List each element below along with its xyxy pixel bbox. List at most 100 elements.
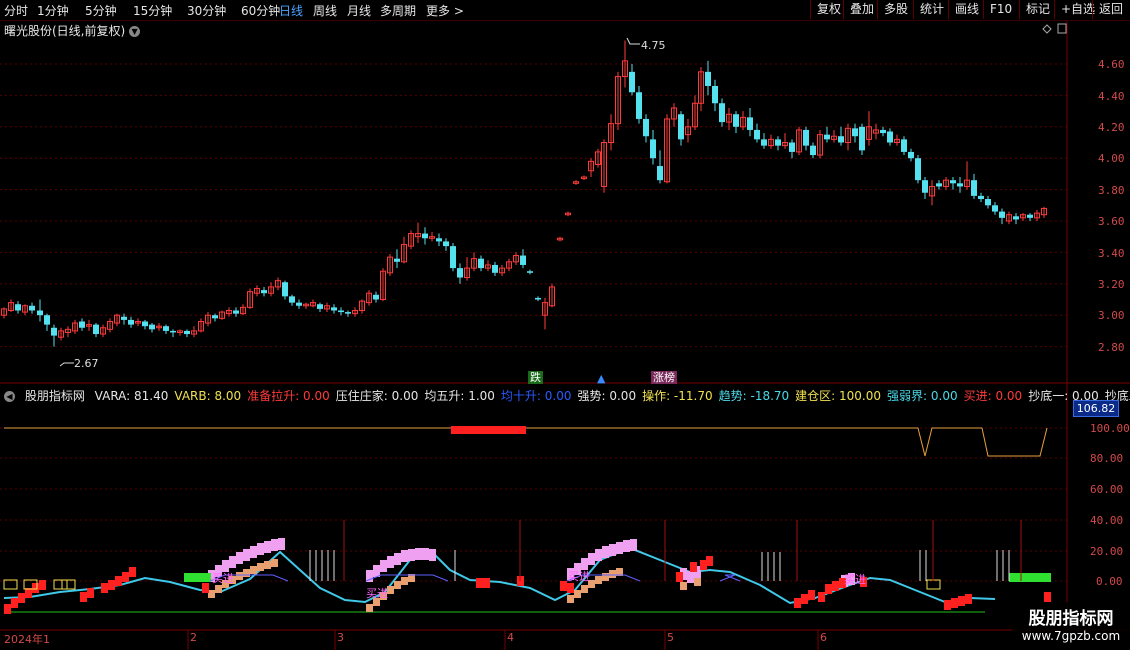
candle-body bbox=[992, 205, 998, 212]
tan-block bbox=[581, 585, 588, 593]
candle-body bbox=[733, 114, 739, 127]
pink-block bbox=[380, 560, 387, 572]
toggle-box-icon[interactable] bbox=[1057, 23, 1067, 34]
candle-body bbox=[657, 166, 663, 181]
price-tick: 3.60 bbox=[1098, 215, 1125, 228]
indicator-tick: 60.00 bbox=[1090, 483, 1124, 496]
tan-block bbox=[595, 576, 602, 584]
red-block bbox=[951, 598, 958, 608]
tan-block bbox=[243, 569, 250, 577]
red-block bbox=[944, 600, 951, 610]
price-tick: 4.20 bbox=[1098, 121, 1125, 134]
kline-chart[interactable] bbox=[0, 0, 1130, 650]
signal-bar bbox=[451, 426, 526, 434]
tan-block bbox=[215, 585, 222, 593]
red-block bbox=[4, 604, 11, 614]
low-marker bbox=[59, 362, 74, 367]
pink-block bbox=[222, 560, 229, 572]
candle-body bbox=[282, 282, 288, 297]
price-tick: 4.40 bbox=[1098, 90, 1125, 103]
candle-body bbox=[1027, 214, 1033, 218]
indicator-value: 强弱界: 0.00 bbox=[887, 389, 958, 403]
indicator-tick: 80.00 bbox=[1090, 452, 1124, 465]
candle-body bbox=[436, 238, 442, 242]
candle-body bbox=[936, 183, 942, 187]
green-block bbox=[1009, 573, 1051, 582]
pink-block bbox=[278, 538, 285, 550]
red-block bbox=[794, 598, 801, 608]
chevron-down-icon[interactable]: ▼ bbox=[129, 26, 141, 37]
pink-block bbox=[588, 553, 595, 565]
buy-signal-label: 买进 bbox=[366, 587, 388, 600]
red-block bbox=[39, 580, 46, 590]
candle-body bbox=[338, 310, 344, 313]
candle-body bbox=[978, 195, 984, 200]
candle-body bbox=[838, 136, 844, 143]
tan-block bbox=[250, 566, 257, 574]
candle-body bbox=[678, 114, 684, 140]
candle-body bbox=[852, 128, 858, 137]
tan-block bbox=[567, 595, 574, 603]
pink-block bbox=[415, 548, 422, 560]
pink-block bbox=[581, 558, 588, 570]
red-block bbox=[825, 584, 832, 594]
indicator-value: 买进: 0.00 bbox=[963, 389, 1023, 403]
red-block bbox=[87, 588, 94, 598]
candle-body bbox=[93, 324, 99, 335]
pink-block bbox=[616, 542, 623, 554]
candle-body bbox=[51, 327, 57, 336]
candle-body bbox=[535, 297, 541, 300]
candle-body bbox=[37, 310, 43, 316]
candle-body bbox=[128, 319, 134, 325]
diamond-icon[interactable] bbox=[1042, 24, 1052, 34]
candle-body bbox=[422, 233, 428, 239]
candle-body bbox=[520, 255, 526, 265]
candle-body bbox=[478, 258, 484, 269]
candle-body bbox=[971, 180, 977, 196]
price-tick: 3.00 bbox=[1098, 309, 1125, 322]
candle-body bbox=[719, 103, 725, 123]
red-block bbox=[832, 581, 839, 591]
candle-body bbox=[747, 117, 753, 130]
tan-block bbox=[366, 604, 373, 612]
price-tick: 2.80 bbox=[1098, 341, 1125, 354]
candle-body bbox=[15, 304, 21, 311]
tan-block bbox=[236, 572, 243, 580]
red-block bbox=[801, 594, 808, 604]
pink-block bbox=[229, 556, 236, 568]
indicator-value: 均五升: 1.00 bbox=[424, 389, 495, 403]
candle-body bbox=[170, 330, 176, 333]
candle-body bbox=[999, 211, 1005, 218]
candle-body bbox=[289, 296, 295, 303]
pink-block bbox=[257, 543, 264, 555]
candle-body bbox=[824, 134, 830, 140]
red-block bbox=[700, 560, 707, 570]
candle-body bbox=[121, 316, 127, 320]
watermark-url: www.7gpzb.com bbox=[1021, 629, 1121, 643]
stock-title[interactable]: 曙光股份(日线,前复权) ▼ bbox=[4, 22, 141, 39]
pink-block bbox=[394, 553, 401, 565]
candle-body bbox=[705, 71, 711, 86]
red-block bbox=[965, 594, 972, 604]
candlesticks bbox=[1, 40, 1047, 347]
red-block bbox=[129, 567, 136, 577]
indicator-value: VARB: 8.00 bbox=[174, 389, 242, 403]
candle-body bbox=[450, 246, 456, 269]
date-label: 3 bbox=[337, 631, 344, 644]
candle-body bbox=[761, 139, 767, 146]
candle-body bbox=[142, 321, 148, 327]
red-block bbox=[202, 583, 209, 593]
red-block bbox=[690, 562, 697, 572]
date-label: 6 bbox=[820, 631, 827, 644]
collapse-icon[interactable]: ◀ bbox=[4, 391, 15, 402]
candle-body bbox=[79, 321, 85, 328]
indicator-name[interactable]: 股朋指标网 bbox=[25, 389, 85, 403]
indicator-value: VARA: 81.40 bbox=[94, 389, 169, 403]
indicator-value: 趋势: -18.70 bbox=[718, 389, 790, 403]
red-block bbox=[676, 572, 683, 582]
green-block bbox=[184, 573, 211, 582]
tan-block bbox=[680, 582, 687, 590]
buy-signal-label: 买进 bbox=[568, 570, 590, 583]
date-label: 5 bbox=[667, 631, 674, 644]
watermark: 股朋指标网 www.7gpzb.com bbox=[1012, 602, 1130, 650]
